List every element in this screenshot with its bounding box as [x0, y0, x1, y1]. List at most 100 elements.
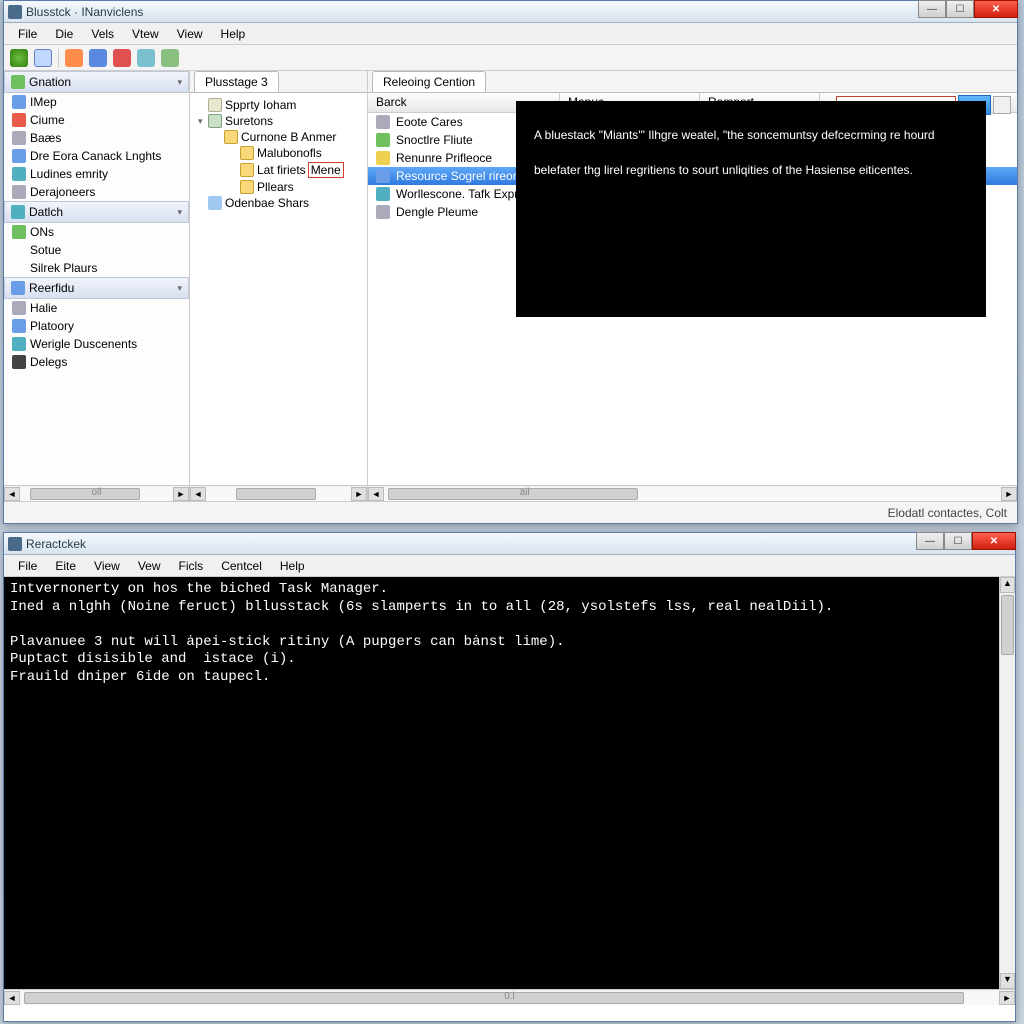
tab-releoing[interactable]: Releoing Cention [372, 71, 486, 92]
menu-help[interactable]: Help [272, 557, 313, 575]
menu-help[interactable]: Help [213, 25, 254, 43]
menu-centcel[interactable]: Centcel [213, 557, 270, 575]
scroll-left-icon[interactable]: ◄ [368, 487, 384, 501]
toolbar-icon-6[interactable] [137, 49, 155, 67]
item-label: Halie [30, 301, 57, 315]
minimize-button[interactable] [918, 0, 946, 18]
toolbar-icon-1[interactable] [10, 49, 28, 67]
row-label: Resource Sogrel rireor [396, 169, 517, 183]
menu-vels[interactable]: Vels [83, 25, 122, 43]
app-icon [8, 5, 22, 19]
sidebar-item[interactable]: Ciume [4, 111, 189, 129]
sidebar-item[interactable]: Halie [4, 299, 189, 317]
menu-file[interactable]: File [10, 557, 45, 575]
minimize-button[interactable] [916, 532, 944, 550]
category-header[interactable]: Reerfidu▾ [4, 277, 189, 299]
menubar: FileEiteViewVewFiclsCentcelHelp [4, 555, 1015, 577]
sidebar-item[interactable]: Dre Eora Canack Lnghts [4, 147, 189, 165]
item-label: Baæs [30, 131, 61, 145]
scroll-right-icon[interactable]: ► [173, 487, 189, 501]
app-icon [8, 537, 22, 551]
category-header[interactable]: Gnation ▾ [4, 71, 189, 93]
row-label: Renunre Prifleoce [396, 151, 492, 165]
menu-die[interactable]: Die [47, 25, 81, 43]
category-label: Gnation [29, 75, 71, 89]
scroll-thumb[interactable] [236, 488, 316, 500]
tree-node[interactable]: Pllears [194, 179, 363, 195]
tree-pane: Plusstage 3 Spprty Ioham▾SuretonsCurnone… [190, 71, 368, 501]
tooltip-overlay: A bluestack "Miants'" Ilhgre weatel, "th… [516, 101, 986, 317]
menu-vew[interactable]: Vew [130, 557, 169, 575]
toolbar-icon-2[interactable] [34, 49, 52, 67]
sidebar-item[interactable]: Silrek Plaurs [4, 259, 189, 277]
node-icon [208, 114, 222, 128]
scroll-left-icon[interactable]: ◄ [4, 487, 20, 501]
close-button[interactable] [974, 0, 1018, 18]
scroll-right-icon[interactable]: ► [351, 487, 367, 501]
console-hscroll[interactable]: ◄ 0.l ► [4, 989, 1015, 1005]
dropdown-toggle-icon[interactable] [993, 96, 1011, 114]
node-icon [240, 163, 254, 177]
menu-file[interactable]: File [10, 25, 45, 43]
explorer-window: Blusstck · INanviclens FileDieVelsVtewVi… [3, 0, 1018, 524]
scroll-thumb[interactable] [388, 488, 638, 500]
sidebar-item[interactable]: Platoory [4, 317, 189, 335]
sidebar-item[interactable]: ONs [4, 223, 189, 241]
category-header[interactable]: Datlch▾ [4, 201, 189, 223]
close-button[interactable] [972, 532, 1016, 550]
scroll-left-icon[interactable]: ◄ [4, 991, 20, 1005]
maximize-button[interactable] [946, 0, 974, 18]
sidebar-item[interactable]: Werigle Duscenents [4, 335, 189, 353]
sidebar-item[interactable]: Baæs [4, 129, 189, 147]
tree-node[interactable]: Odenbae Shars [194, 195, 363, 211]
scroll-label: ail [520, 487, 530, 498]
titlebar[interactable]: Blusstck · INanviclens [4, 1, 1017, 23]
sidebar-hscroll[interactable]: ◄ oll ► [4, 485, 189, 501]
tree-node[interactable]: ▾Suretons [194, 113, 363, 129]
tab-plusstage[interactable]: Plusstage 3 [194, 71, 279, 92]
menu-view[interactable]: View [86, 557, 128, 575]
category-icon [11, 205, 25, 219]
scroll-left-icon[interactable]: ◄ [190, 487, 206, 501]
toolbar-icon-5[interactable] [113, 49, 131, 67]
menu-vtew[interactable]: Vtew [124, 25, 167, 43]
list-hscroll[interactable]: ◄ ail ► [368, 485, 1017, 501]
console-vscroll[interactable]: ▲ ▼ [999, 577, 1015, 989]
item-icon [12, 185, 26, 199]
tree-node[interactable]: Curnone B Anmer [194, 129, 363, 145]
chevron-down-icon: ▾ [177, 77, 182, 88]
menu-view[interactable]: View [169, 25, 211, 43]
scroll-right-icon[interactable]: ► [1001, 487, 1017, 501]
scroll-thumb[interactable] [1001, 595, 1014, 655]
toolbar-icon-4[interactable] [89, 49, 107, 67]
tree-node[interactable]: Spprty Ioham [194, 97, 363, 113]
expand-icon[interactable]: ▾ [198, 116, 208, 127]
sidebar-item[interactable]: Sotue [4, 241, 189, 259]
scroll-thumb[interactable] [30, 488, 140, 500]
category-label: Reerfidu [29, 281, 74, 295]
item-icon [12, 337, 26, 351]
item-icon [12, 225, 26, 239]
sidebar-item[interactable]: Delegs [4, 353, 189, 371]
sidebar-item[interactable]: IMep [4, 93, 189, 111]
tree-node[interactable]: Malubonofls [194, 145, 363, 161]
sidebar-item[interactable]: Ludines emrity [4, 165, 189, 183]
scroll-thumb[interactable] [24, 992, 964, 1004]
scroll-up-icon[interactable]: ▲ [1000, 577, 1015, 593]
maximize-button[interactable] [944, 532, 972, 550]
sidebar-item[interactable]: Derajoneers [4, 183, 189, 201]
tree-node[interactable]: Lat firietsMene [194, 161, 363, 179]
row-icon [376, 169, 390, 183]
toolbar-icon-3[interactable] [65, 49, 83, 67]
node-label: Spprty Ioham [225, 98, 296, 112]
titlebar[interactable]: Reractckek [4, 533, 1015, 555]
node-icon [240, 146, 254, 160]
scroll-right-icon[interactable]: ► [999, 991, 1015, 1005]
scroll-down-icon[interactable]: ▼ [1000, 973, 1015, 989]
toolbar-icon-7[interactable] [161, 49, 179, 67]
tree-hscroll[interactable]: ◄ ► [190, 485, 367, 501]
menu-ficls[interactable]: Ficls [171, 557, 212, 575]
node-icon [224, 130, 238, 144]
menu-eite[interactable]: Eite [47, 557, 84, 575]
toolbar-separator [58, 49, 59, 67]
